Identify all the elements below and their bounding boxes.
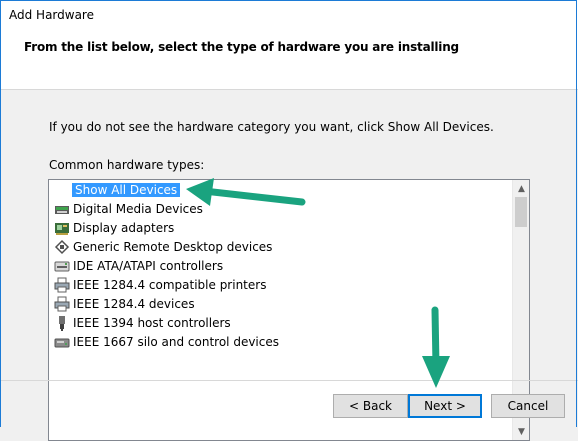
next-button[interactable]: Next > (408, 394, 482, 418)
list-item-label: IDE ATA/ATAPI controllers (73, 259, 224, 273)
list-item-label: Show All Devices (72, 183, 181, 197)
list-item-label: IEEE 1284.4 devices (73, 297, 195, 311)
window-title: Add Hardware (9, 8, 94, 22)
media-device-icon (54, 201, 70, 217)
blank-icon (54, 182, 70, 198)
wizard-header: From the list below, select the type of … (0, 33, 578, 90)
printer-icon (54, 277, 70, 293)
printer-icon (54, 296, 70, 312)
scroll-down-icon[interactable]: ▼ (513, 423, 529, 440)
cancel-button[interactable]: Cancel (491, 394, 565, 418)
list-item-label: Generic Remote Desktop devices (73, 240, 273, 254)
storage-icon (54, 334, 70, 350)
list-item-show-all-devices[interactable]: Show All Devices (54, 181, 181, 199)
annotation-arrow-to-show-all-devices (186, 178, 306, 206)
annotation-arrow-to-next-button (422, 306, 450, 388)
ide-controller-icon (54, 258, 70, 274)
list-label: Common hardware types: (49, 158, 205, 172)
wizard-content: If you do not see the hardware category … (0, 90, 578, 441)
list-item-label: Display adapters (73, 221, 175, 235)
list-item-ieee-1284-4-compatible-printers[interactable]: IEEE 1284.4 compatible printers (54, 276, 266, 294)
back-button[interactable]: < Back (333, 394, 408, 418)
firewire-icon (54, 315, 70, 331)
scroll-thumb[interactable] (515, 197, 527, 227)
header-title: From the list below, select the type of … (24, 40, 459, 54)
list-item-ide-ata-atapi-controllers[interactable]: IDE ATA/ATAPI controllers (54, 257, 223, 275)
title-bar: Add Hardware (0, 0, 578, 33)
list-item-generic-remote-desktop-devices[interactable]: Generic Remote Desktop devices (54, 238, 272, 256)
remote-desktop-icon (54, 239, 70, 255)
list-item-ieee-1667-silo-and-control-devices[interactable]: IEEE 1667 silo and control devices (54, 333, 279, 351)
list-item-label: IEEE 1394 host controllers (73, 316, 231, 330)
list-item-ieee-1394-host-controllers[interactable]: IEEE 1394 host controllers (54, 314, 231, 332)
footer-divider (0, 380, 578, 381)
instruction-text: If you do not see the hardware category … (49, 120, 494, 134)
list-item-label: IEEE 1284.4 compatible printers (73, 278, 267, 292)
list-item-ieee-1284-4-devices[interactable]: IEEE 1284.4 devices (54, 295, 195, 313)
list-item-label: IEEE 1667 silo and control devices (73, 335, 279, 349)
display-adapter-icon (54, 220, 70, 236)
list-item-display-adapters[interactable]: Display adapters (54, 219, 174, 237)
scroll-up-icon[interactable]: ▲ (513, 180, 529, 197)
